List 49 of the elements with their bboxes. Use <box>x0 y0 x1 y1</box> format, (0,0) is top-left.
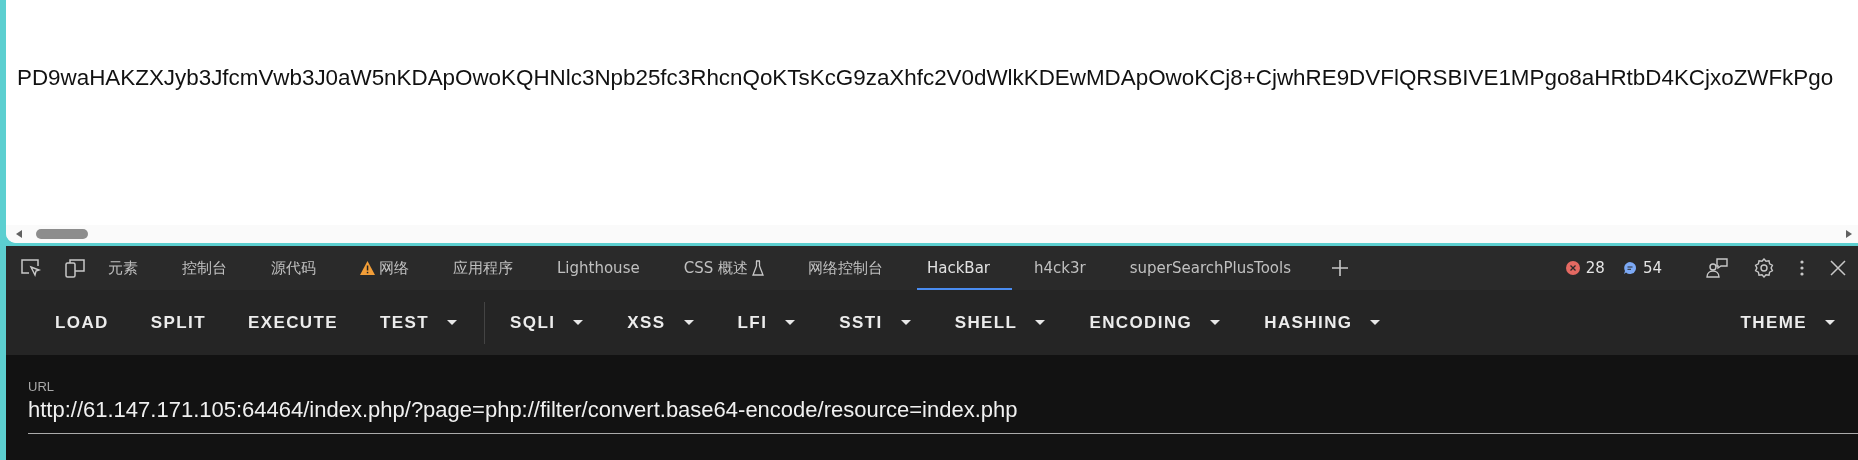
toolbar-button[interactable]: LOAD <box>34 302 130 343</box>
devtools-tab[interactable]: 网络控制台 <box>807 246 905 290</box>
add-tab-icon[interactable] <box>1331 259 1349 277</box>
devtools-tab[interactable]: Lighthouse <box>557 246 662 290</box>
toolbar-button[interactable]: TEST <box>359 302 481 343</box>
url-field[interactable]: URL http://61.147.171.105:64464/index.php/?page=php://filter/convert.base64-encode/resource=index.php <box>28 375 1858 434</box>
toolbar-button[interactable]: ENCODING <box>1068 302 1244 343</box>
toolbar-button[interactable]: LFI <box>716 302 819 343</box>
feedback-icon[interactable] <box>1706 258 1728 278</box>
caret-icon <box>447 320 458 325</box>
message-icon <box>1622 261 1637 275</box>
settings-icon[interactable] <box>1754 258 1774 278</box>
close-icon[interactable] <box>1830 260 1846 276</box>
caret-icon <box>1035 320 1046 325</box>
warning-icon <box>360 261 375 275</box>
more-icon[interactable] <box>1800 260 1804 276</box>
scroll-left-icon[interactable] <box>16 230 22 238</box>
caret-icon <box>1370 320 1381 325</box>
caret-icon <box>573 320 584 325</box>
caret-icon <box>785 320 796 325</box>
scroll-right-icon[interactable] <box>1846 230 1852 238</box>
caret-icon <box>1825 320 1835 325</box>
scrollbar-thumb[interactable] <box>36 229 88 239</box>
devtools-tab[interactable]: 网络 <box>360 246 431 290</box>
devtools-tab[interactable]: 应用程序 <box>453 246 535 290</box>
flask-icon <box>751 260 764 276</box>
devtools-tab[interactable]: h4ck3r <box>1034 246 1108 290</box>
toolbar-button[interactable]: SHELL <box>933 302 1069 343</box>
caret-icon <box>900 320 911 325</box>
toolbar-button[interactable]: SSTI <box>818 302 934 343</box>
devtools-tab[interactable]: 元素 <box>108 246 160 290</box>
devtools-tab[interactable]: superSearchPlusTools <box>1129 246 1313 290</box>
error-icon <box>1565 261 1580 275</box>
toolbar-button[interactable]: THEME <box>1719 302 1858 343</box>
page-text: PD9waHAKZXJyb3JfcmVwb3J0aW5nKDApOwoKQHNlc3Npb25fc3RhcnQoKTsKcG9zaXhfc2V0dWlkKDEwMDApOwoKCj8+CjwhRE9DVFlQRSBIVE1MPgo8aHRtbD4KCjxoZWFkPgo <box>17 64 1834 91</box>
toolbar-button[interactable]: SPLIT <box>129 302 227 343</box>
error-count: 28 <box>1585 259 1605 277</box>
devtools-tab[interactable]: CSS 概述 <box>683 246 786 290</box>
toolbar-button[interactable]: XSS <box>606 302 717 343</box>
toolbar-button[interactable]: HASHING <box>1243 302 1404 343</box>
inspect-icon[interactable] <box>20 258 42 278</box>
caret-icon <box>1210 320 1221 325</box>
toolbar-button[interactable]: EXECUTE <box>226 302 360 343</box>
toolbar-button[interactable]: SQLI <box>489 302 607 343</box>
device-icon[interactable] <box>64 258 86 278</box>
caret-icon <box>683 320 694 325</box>
message-count: 54 <box>1642 259 1662 277</box>
devtools-tab[interactable]: 控制台 <box>182 246 249 290</box>
devtools-tab[interactable]: 源代码 <box>271 246 338 290</box>
